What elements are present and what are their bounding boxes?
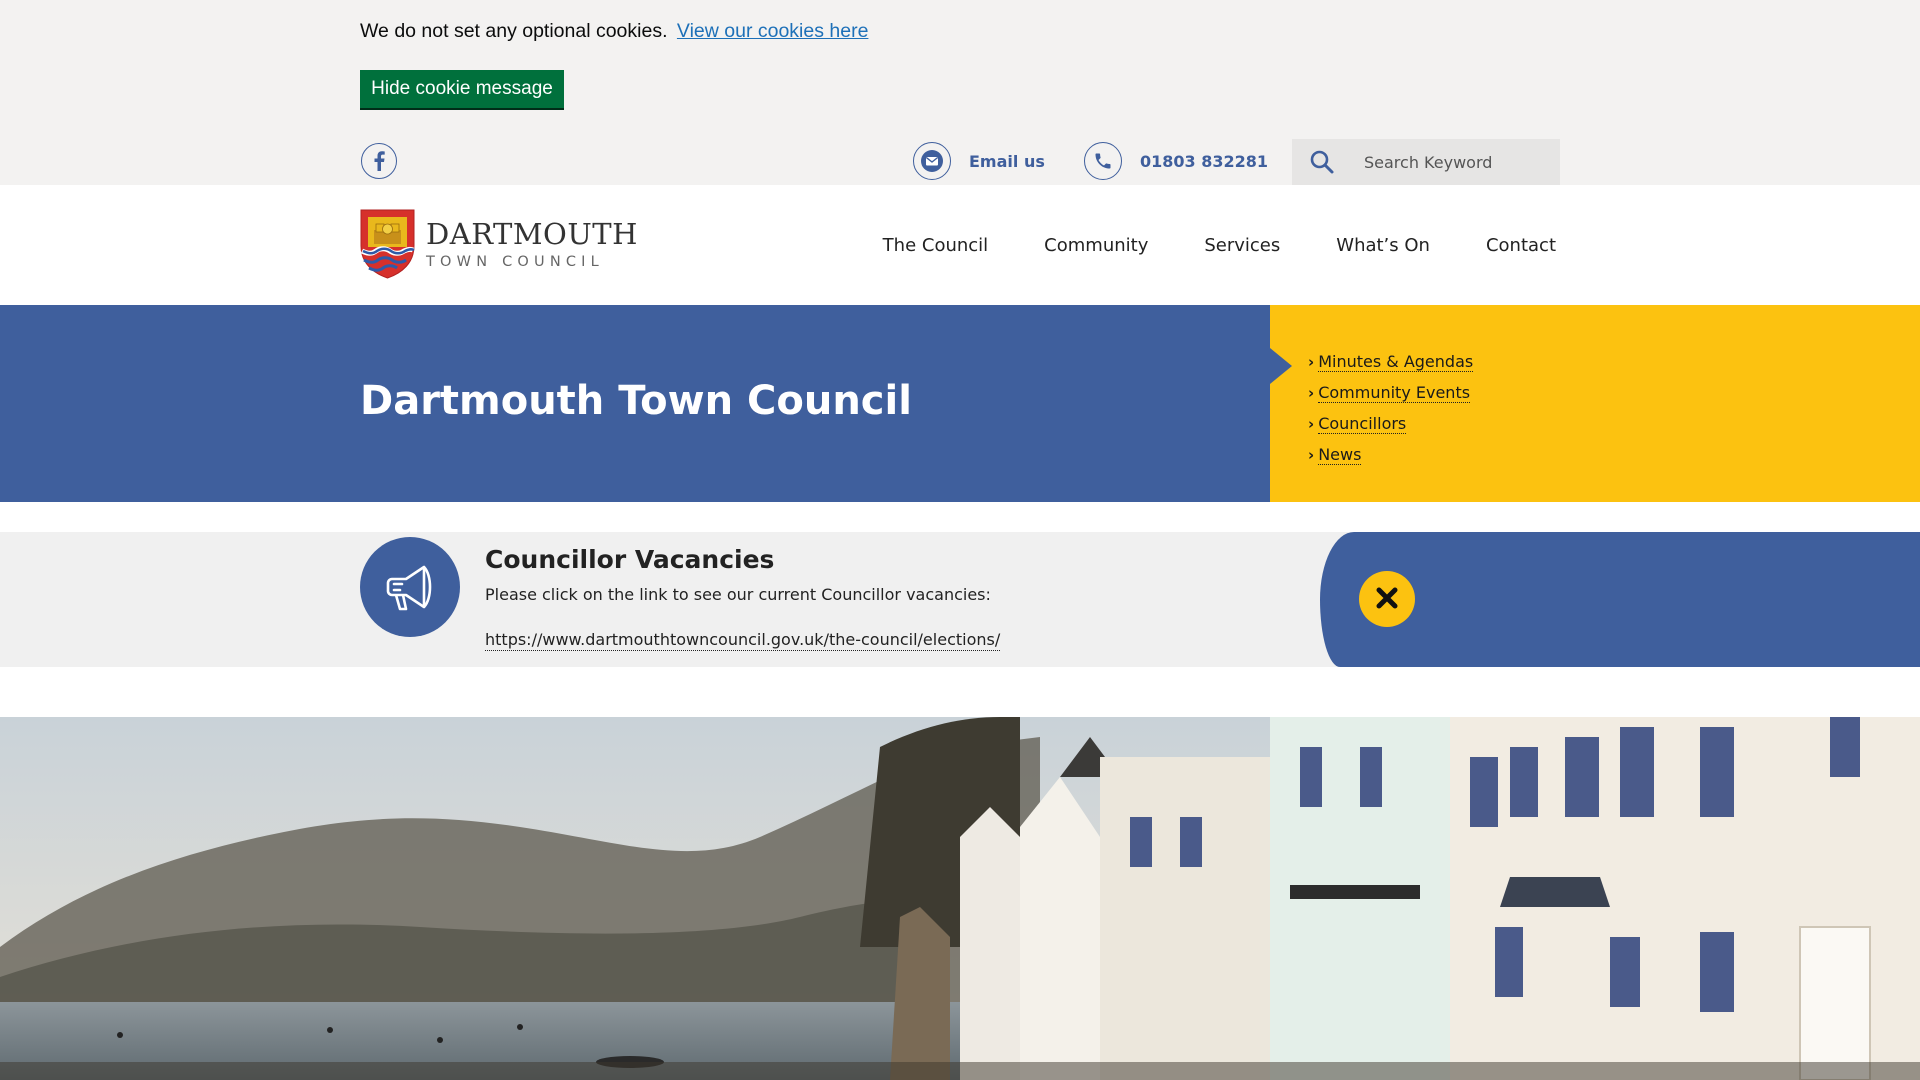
email-us-link[interactable]: Email us [913,142,1045,180]
quick-link-item: › Community Events [1308,377,1473,408]
logo-wordmark: DARTMOUTH TOWN COUNCIL [426,219,638,273]
chevron-right-icon: › [1308,352,1315,371]
chevron-right-icon: › [1308,383,1315,402]
main-nav: The Council Community Services What’s On… [883,185,1556,305]
quick-link-minutes-agendas[interactable]: Minutes & Agendas [1318,352,1474,372]
quick-link-news[interactable]: News [1318,445,1362,465]
quick-link-item: › Minutes & Agendas [1308,346,1474,377]
alert-message: Please click on the link to see our curr… [485,585,991,604]
phone-icon [1084,142,1122,180]
chevron-right-icon: › [1308,445,1315,464]
nav-services[interactable]: Services [1204,235,1280,256]
quick-link-councillors[interactable]: Councillors [1318,414,1407,434]
close-alert-button[interactable] [1359,571,1415,627]
hide-cookie-button[interactable]: Hide cookie message [360,70,564,108]
alert-title: Councillor Vacancies [485,545,775,574]
top-band: We do not set any optional cookies. View… [0,0,1920,185]
close-icon [1375,586,1399,613]
envelope-icon [913,142,951,180]
logo-name: DARTMOUTH [426,217,638,251]
panel-notch [1270,348,1292,384]
search-icon[interactable] [1292,149,1352,175]
nav-the-council[interactable]: The Council [883,235,989,256]
nav-contact[interactable]: Contact [1486,235,1556,256]
chevron-right-icon: › [1308,414,1315,433]
coat-of-arms-logo [360,209,415,283]
phone-link[interactable]: 01803 832281 [1084,142,1268,180]
nav-whats-on[interactable]: What’s On [1336,235,1430,256]
quick-link-item: › Councillors [1308,408,1473,439]
email-us-label: Email us [969,151,1045,171]
megaphone-icon [360,537,460,637]
phone-number: 01803 832281 [1140,151,1269,171]
view-cookies-link[interactable]: View our cookies here [677,20,869,42]
quick-link-item: › News [1308,439,1473,470]
facebook-icon[interactable] [361,143,397,179]
cookie-message: We do not set any optional cookies. View… [360,20,868,43]
hero-photo-dartmouth-waterfront [0,717,1920,1080]
page-title: Dartmouth Town Council [360,378,912,424]
site-logo[interactable]: DARTMOUTH TOWN COUNCIL [360,209,638,283]
search-input[interactable] [1364,152,1554,172]
quick-links: › Minutes & Agendas › Community Events › Co… [1308,346,1474,470]
elections-link[interactable]: https://www.dartmouthtowncouncil.gov.uk/… [485,630,1001,651]
quick-link-community-events[interactable]: Community Events [1318,383,1471,403]
cookie-message-text: We do not set any optional cookies. [360,20,668,42]
logo-subtitle: TOWN COUNCIL [426,254,604,270]
site-header: DARTMOUTH TOWN COUNCIL The Council Commu… [0,185,1920,305]
search-box [1292,139,1560,185]
nav-community[interactable]: Community [1044,235,1148,256]
